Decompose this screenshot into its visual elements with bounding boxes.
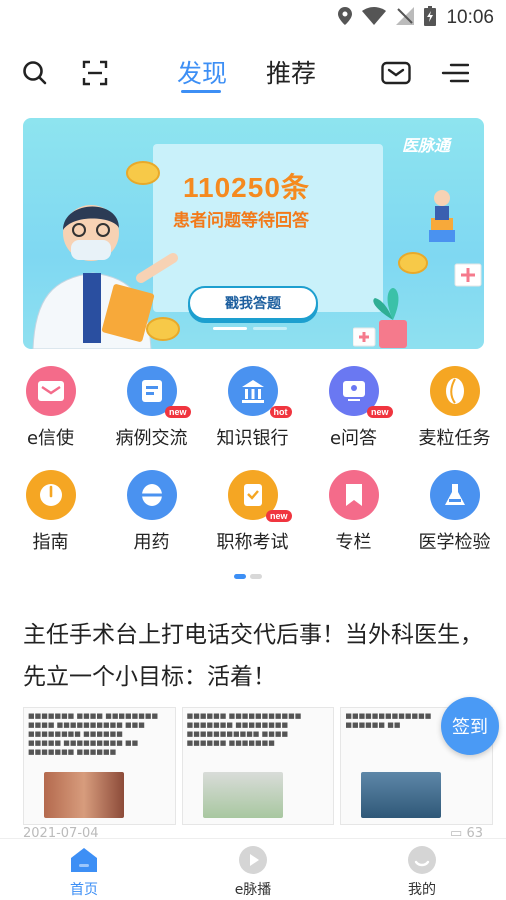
grid-item-label: e信使 bbox=[26, 428, 75, 449]
banner-brand-logo: 医脉通 bbox=[401, 136, 450, 155]
grid-pagination bbox=[234, 574, 262, 579]
promo-banner[interactable]: 医脉通 110250条 患者问题等待回答 戳我答题 bbox=[23, 118, 484, 349]
grid-item-label: 指南 bbox=[32, 532, 69, 553]
bottom-nav-mine[interactable]: 我的 bbox=[372, 845, 472, 899]
location-icon bbox=[338, 7, 353, 29]
grid-item-label: 用药 bbox=[133, 532, 170, 553]
compass-icon bbox=[25, 470, 76, 520]
grid-item-e-qa[interactable]: new e问答 bbox=[303, 366, 404, 450]
pill-icon bbox=[126, 470, 177, 520]
bookmark-icon bbox=[328, 470, 379, 520]
coin-decoration bbox=[146, 317, 180, 341]
grain-icon bbox=[429, 366, 480, 416]
bottom-nav-label: 我的 bbox=[408, 882, 436, 898]
mail-icon[interactable] bbox=[381, 58, 411, 88]
grid-item-label: 医学检验 bbox=[418, 532, 491, 553]
active-tab-indicator bbox=[181, 90, 221, 93]
article-title[interactable]: 主任手术台上打电话交代后事！当外科医生，先立一个小目标：活着！ bbox=[23, 614, 493, 698]
article-thumbnails[interactable]: ■■■■■■■ ■■■■ ■■■■■■■■ ■■■■ ■■■■■■■■■■ ■■■… bbox=[23, 707, 494, 825]
reading-figure-illustration bbox=[429, 190, 482, 287]
flask-icon bbox=[429, 470, 480, 520]
bottom-nav-label: 首页 bbox=[70, 882, 98, 898]
coin-decoration bbox=[126, 161, 160, 185]
exam-icon: new bbox=[227, 470, 292, 522]
bottom-nav-label: e脉播 bbox=[234, 882, 272, 898]
envelope-icon bbox=[25, 366, 76, 416]
new-badge: new bbox=[164, 406, 191, 418]
grid-item-guide[interactable]: 指南 bbox=[0, 470, 101, 554]
play-icon bbox=[237, 845, 269, 875]
status-bar: 10:06 bbox=[0, 0, 506, 34]
grid-item-label: e问答 bbox=[329, 428, 378, 449]
banner-count: 110250条 bbox=[183, 172, 310, 203]
grid-item-label: 专栏 bbox=[335, 532, 372, 553]
tab-recommend[interactable]: 推荐 bbox=[266, 54, 316, 90]
answer-cta-button[interactable]: 戳我答题 bbox=[188, 286, 318, 320]
article-thumbnail: ■■■■■■ ■■■■■■■■■■■ ■■■■■■■ ■■■■■■■■ ■■■■■■… bbox=[181, 707, 335, 825]
grid-item-label: 知识银行 bbox=[216, 428, 289, 449]
grid-item-e-messenger[interactable]: e信使 bbox=[0, 366, 101, 450]
status-time: 10:06 bbox=[446, 7, 494, 28]
checkin-button[interactable]: 签到 bbox=[441, 697, 499, 755]
grid-item-title-exam[interactable]: new 职称考试 bbox=[202, 470, 303, 554]
grid-item-grain-task[interactable]: 麦粒任务 bbox=[404, 366, 505, 450]
hot-badge: hot bbox=[269, 406, 292, 418]
grid-item-medication[interactable]: 用药 bbox=[101, 470, 202, 554]
tab-discover[interactable]: 发现 bbox=[177, 54, 227, 90]
scan-icon[interactable] bbox=[80, 58, 110, 88]
bottom-nav-home[interactable]: 首页 bbox=[34, 845, 134, 899]
grid-item-label: 职称考试 bbox=[216, 532, 289, 553]
wifi-icon bbox=[362, 7, 387, 29]
bottom-nav-e-broadcast[interactable]: e脉播 bbox=[203, 845, 303, 899]
grid-item-case-exchange[interactable]: new 病例交流 bbox=[101, 366, 202, 450]
bottom-nav: 首页 e脉播 我的 bbox=[0, 838, 506, 900]
grid-item-lab-test[interactable]: 医学检验 bbox=[404, 470, 505, 554]
top-nav: 发现 推荐 bbox=[0, 48, 506, 100]
banner-pagination bbox=[213, 327, 287, 330]
menu-icon[interactable] bbox=[440, 58, 470, 88]
article-thumbnail: ■■■■■■■ ■■■■ ■■■■■■■■ ■■■■ ■■■■■■■■■■ ■■■… bbox=[23, 707, 176, 825]
bank-icon: hot bbox=[227, 366, 292, 418]
profile-icon bbox=[406, 845, 438, 875]
home-icon bbox=[68, 845, 100, 875]
qa-icon: new bbox=[328, 366, 393, 418]
no-signal-icon bbox=[396, 7, 415, 29]
grid-item-column[interactable]: 专栏 bbox=[303, 470, 404, 554]
case-icon: new bbox=[126, 366, 191, 418]
banner-subtitle: 患者问题等待回答 bbox=[173, 211, 309, 231]
plant-illustration bbox=[353, 288, 407, 348]
grid-item-label: 麦粒任务 bbox=[418, 428, 491, 449]
search-icon[interactable] bbox=[20, 58, 50, 88]
battery-icon bbox=[424, 6, 437, 30]
grid-item-knowledge-bank[interactable]: hot 知识银行 bbox=[202, 366, 303, 450]
new-badge: new bbox=[366, 406, 393, 418]
new-badge: new bbox=[265, 510, 292, 522]
grid-item-label: 病例交流 bbox=[115, 428, 188, 449]
